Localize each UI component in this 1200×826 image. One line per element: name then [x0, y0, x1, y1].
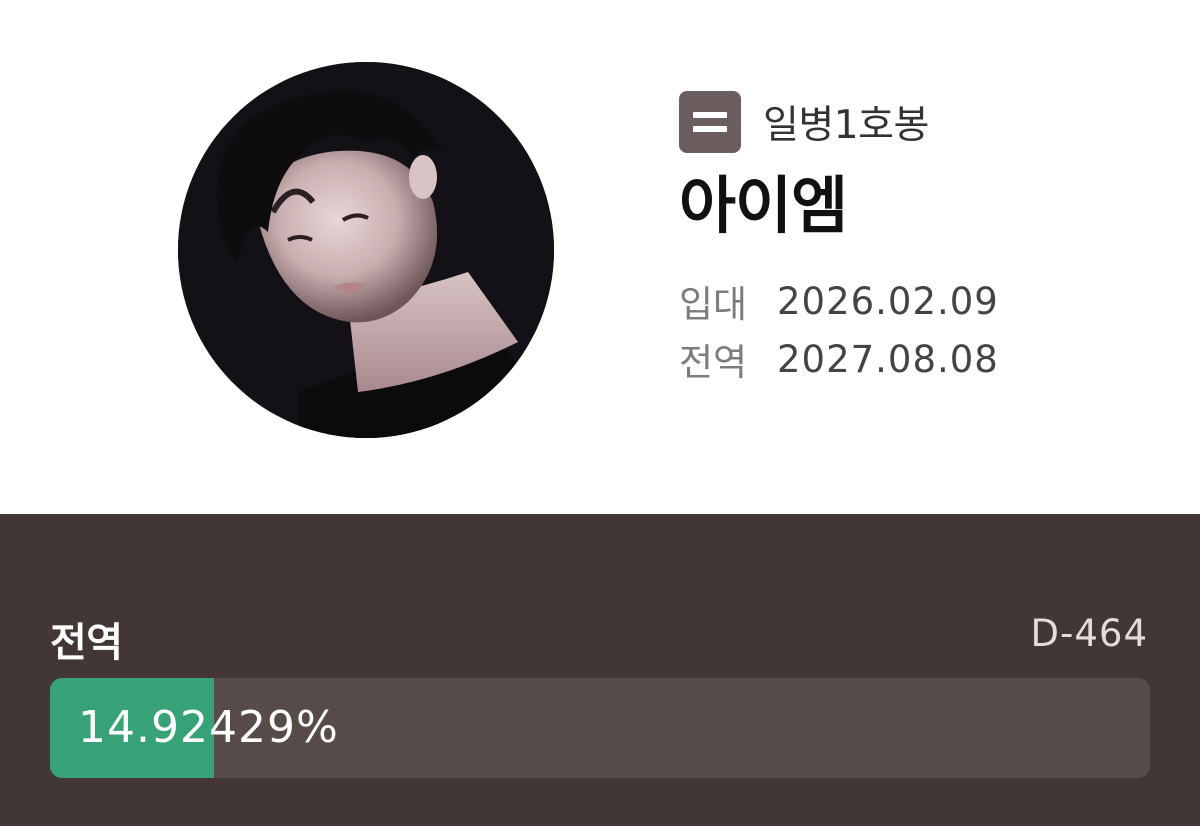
rank-row: 일병1호봉 — [679, 90, 1159, 154]
discharge-row: 전역 2027.08.08 — [679, 330, 1159, 388]
equals-icon — [679, 91, 741, 153]
rank-label: 일병1호봉 — [763, 103, 929, 148]
enlist-label: 입대 — [679, 283, 748, 326]
profile-info: 일병1호봉 아이엠 입대 2026.02.09 전역 2027.08.08 — [679, 90, 1159, 388]
dday-counter: D-464 — [1030, 612, 1148, 655]
discharge-progress-panel: 전역 D-464 14.92429% — [0, 514, 1200, 826]
profile-card: 일병1호봉 아이엠 입대 2026.02.09 전역 2027.08.08 — [0, 0, 1200, 514]
discharge-label: 전역 — [679, 341, 748, 384]
discharge-date: 2027.08.08 — [777, 337, 999, 381]
avatar — [178, 62, 554, 438]
avatar-portrait-image — [178, 62, 554, 438]
profile-name: 아이엠 — [679, 169, 848, 242]
progress-bar: 14.92429% — [50, 678, 1150, 778]
progress-percent: 14.92429% — [78, 702, 339, 753]
progress-title: 전역 — [50, 620, 123, 666]
enlist-date: 2026.02.09 — [777, 279, 999, 323]
enlist-row: 입대 2026.02.09 — [679, 272, 1159, 330]
service-dates: 입대 2026.02.09 전역 2027.08.08 — [679, 272, 1159, 388]
app-screen: 일병1호봉 아이엠 입대 2026.02.09 전역 2027.08.08 전역… — [0, 0, 1200, 826]
